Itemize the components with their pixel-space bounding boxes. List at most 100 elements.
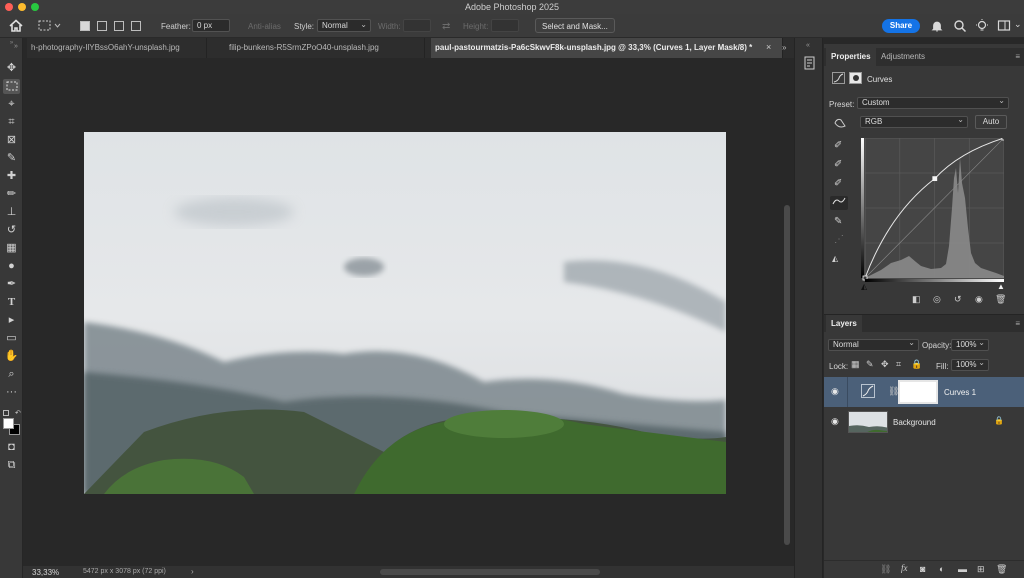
select-and-mask-button[interactable]: Select and Mask... xyxy=(535,18,615,33)
eyedropper-tool-icon[interactable]: ✎ xyxy=(3,151,20,166)
zoom-tool-icon[interactable]: ⌕ xyxy=(3,367,20,382)
swap-width-height-icon[interactable]: ⇄ xyxy=(442,21,450,32)
object-selection-tool-icon[interactable]: ⌖ xyxy=(3,97,20,112)
feather-input[interactable]: 0 px xyxy=(192,19,230,32)
layer-name[interactable]: Curves 1 xyxy=(944,388,976,397)
eyedropper-white-icon[interactable]: ✐ xyxy=(834,178,842,189)
move-tool-icon[interactable]: ✥ xyxy=(3,61,20,76)
delete-layer-icon[interactable]: 🗑 xyxy=(996,564,1007,575)
link-layers-icon[interactable]: ⛓ xyxy=(880,564,891,575)
eyedropper-black-icon[interactable]: ✐ xyxy=(834,140,842,151)
expand-panels-icon[interactable]: « xyxy=(806,42,810,49)
close-tab-icon[interactable]: × xyxy=(766,42,771,52)
default-colors-icon[interactable] xyxy=(3,410,9,416)
preset-select[interactable]: Custom xyxy=(857,96,1009,109)
document-tab-active[interactable]: paul-pastourmatzis-Pa6cSkwvF8k-unsplash.… xyxy=(431,38,783,58)
visibility-eye-icon[interactable]: ◉ xyxy=(831,386,839,397)
subtract-selection-icon[interactable] xyxy=(114,21,124,31)
lock-all-icon[interactable]: 🔒 xyxy=(911,359,922,370)
type-tool-icon[interactable]: T xyxy=(3,295,20,310)
brush-tool-icon[interactable]: ✏ xyxy=(3,187,20,202)
pencil-draw-icon[interactable]: ✎ xyxy=(834,216,842,227)
color-swatches[interactable]: ↶ xyxy=(3,409,23,435)
collapse-icon[interactable]: » xyxy=(2,40,21,46)
lightbulb-icon[interactable] xyxy=(975,19,989,35)
visibility-eye-icon[interactable]: ◉ xyxy=(831,416,839,427)
horizontal-scrollbar[interactable] xyxy=(380,569,600,575)
visibility-eye-icon[interactable]: ◉ xyxy=(975,294,983,305)
curves-adjustment-icon[interactable] xyxy=(832,72,845,84)
white-point-slider[interactable]: ▲ xyxy=(997,282,1005,291)
pen-tool-icon[interactable]: ✒ xyxy=(3,277,20,292)
hand-tool-icon[interactable]: ✋ xyxy=(3,349,20,364)
chevron-right-icon[interactable]: › xyxy=(191,567,194,576)
lock-artboard-icon[interactable]: ⌗ xyxy=(896,359,901,370)
frame-tool-icon[interactable]: ⊠ xyxy=(3,133,20,148)
lock-transparent-pixels-icon[interactable]: ▦ xyxy=(851,359,860,370)
blend-mode-select[interactable]: Normal xyxy=(828,338,919,351)
more-tools-icon[interactable]: ··· xyxy=(3,385,20,400)
intersect-selection-icon[interactable] xyxy=(131,21,141,31)
opacity-input[interactable]: 100% xyxy=(951,338,989,351)
tab-layers[interactable]: Layers xyxy=(826,315,862,333)
style-select[interactable]: Normal ⌄ xyxy=(317,19,371,32)
width-input[interactable] xyxy=(403,19,431,32)
layer-row[interactable]: ◉ ⛓ Curves 1 xyxy=(824,377,1024,407)
panel-menu-icon[interactable]: ≡ xyxy=(1015,52,1020,61)
bell-icon[interactable] xyxy=(930,19,944,35)
new-selection-icon[interactable] xyxy=(80,21,90,31)
curve-control-point[interactable] xyxy=(932,176,938,182)
on-image-adjustment-icon[interactable] xyxy=(833,117,847,131)
quick-mask-icon[interactable]: ◘ xyxy=(3,440,20,455)
path-selection-tool-icon[interactable]: ▸ xyxy=(3,313,20,328)
layer-mask-icon[interactable] xyxy=(849,72,862,84)
lock-image-pixels-icon[interactable]: ✎ xyxy=(866,359,874,370)
fill-input[interactable]: 100% xyxy=(951,358,989,371)
tab-properties[interactable]: Properties xyxy=(826,48,876,66)
layer-thumbnail[interactable] xyxy=(848,411,888,433)
delete-adjustment-icon[interactable]: 🗑 xyxy=(995,294,1006,305)
gradient-tool-icon[interactable]: ▦ xyxy=(3,241,20,256)
foreground-color-swatch[interactable] xyxy=(3,418,14,429)
home-icon[interactable] xyxy=(8,18,24,34)
height-input[interactable] xyxy=(491,19,519,32)
auto-button[interactable]: Auto xyxy=(975,115,1007,129)
tab-adjustments[interactable]: Adjustments xyxy=(876,48,930,66)
document-image[interactable] xyxy=(84,132,726,494)
tabs-overflow-icon[interactable]: » xyxy=(14,43,18,50)
adjustment-layer-icon[interactable]: ◐ xyxy=(939,564,944,574)
share-button[interactable]: Share xyxy=(882,19,920,33)
zoom-level[interactable]: 33,33% xyxy=(32,568,59,577)
history-panel-icon[interactable] xyxy=(803,56,816,72)
screen-mode-icon[interactable]: ⧉ xyxy=(3,458,20,473)
collapse-dock-icon[interactable]: » xyxy=(782,43,786,52)
dodge-tool-icon[interactable]: ● xyxy=(3,259,20,274)
clone-stamp-tool-icon[interactable]: ⊥ xyxy=(3,205,20,220)
vertical-scrollbar[interactable] xyxy=(784,205,790,545)
fx-icon[interactable]: fx xyxy=(901,563,908,573)
layer-name[interactable]: Background xyxy=(893,418,936,427)
workspace-icon[interactable] xyxy=(997,19,1011,35)
document-tab[interactable]: filip-bunkens-R5SrmZPoO40-unsplash.jpg xyxy=(225,38,425,58)
clipping-warning-icon[interactable]: ◭ xyxy=(832,254,838,263)
spot-healing-tool-icon[interactable]: ✚ xyxy=(3,169,20,184)
group-folder-icon[interactable]: ▬ xyxy=(958,564,967,574)
document-info[interactable]: 5472 px x 3078 px (72 ppi) xyxy=(83,568,166,575)
rectangular-marquee-tool-icon[interactable] xyxy=(3,79,20,94)
black-point-slider[interactable]: ◭ xyxy=(861,282,867,291)
smooth-curve-icon[interactable]: ⋰ xyxy=(834,234,844,245)
rectangle-tool-icon[interactable]: ▭ xyxy=(3,331,20,346)
history-brush-tool-icon[interactable]: ↺ xyxy=(3,223,20,238)
marquee-tool-preset-icon[interactable] xyxy=(38,19,62,33)
edit-points-icon[interactable] xyxy=(830,196,848,210)
channel-select[interactable]: RGB xyxy=(860,115,968,128)
chevron-down-icon[interactable]: ⌄ xyxy=(1014,19,1022,30)
reset-adjustment-icon[interactable]: ↺ xyxy=(954,294,962,305)
layer-row[interactable]: ◉ Background 🔒 xyxy=(824,407,1024,437)
document-tab[interactable]: h-photography-IlYBssO6ahY-unsplash.jpg xyxy=(27,38,207,58)
curves-graph[interactable] xyxy=(861,135,1007,285)
anti-alias-checkbox-label[interactable]: Anti-alias xyxy=(248,22,281,31)
eyedropper-gray-icon[interactable]: ✐ xyxy=(834,159,842,170)
add-mask-icon[interactable]: ◙ xyxy=(920,564,925,574)
swap-colors-icon[interactable]: ↶ xyxy=(15,409,21,417)
